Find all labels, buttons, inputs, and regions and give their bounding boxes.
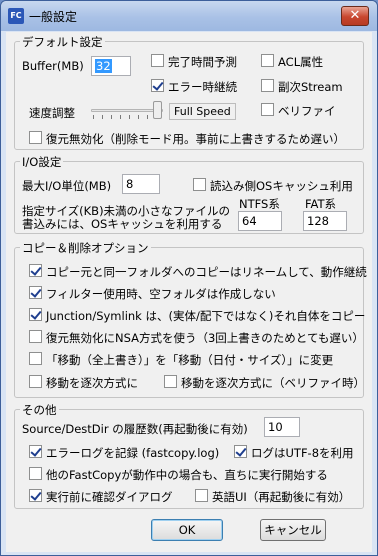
immediate-start-label: 他のFastCopyが動作中の場合も、直ちに実行開始する — [46, 468, 328, 482]
title-bar[interactable]: FC 一般設定 ✕ — [1, 1, 377, 31]
junction-copy-checkbox[interactable] — [29, 308, 42, 321]
app-icon: FC — [8, 8, 24, 24]
alt-stream-label: 副次Stream — [278, 80, 343, 94]
cancel-button[interactable]: キャンセル — [260, 519, 326, 541]
speed-slider-thumb[interactable] — [153, 101, 162, 119]
rename-continue-label: コピー元と同一フォルダへのコピーはリネームして、動作継続 — [46, 265, 367, 279]
acl-checkbox[interactable] — [261, 54, 274, 67]
dialog-body: デフォルト設定 Buffer(MB) 32 完了時間予測 ACL属性 エラー時継… — [6, 32, 372, 552]
copy-delete-group: コピー＆削除オプション コピー元と同一フォルダへのコピーはリネームして、動作継続… — [14, 240, 367, 398]
alt-stream-checkbox[interactable] — [261, 79, 274, 92]
move-mode-checkbox[interactable] — [29, 352, 42, 365]
default-settings-legend: デフォルト設定 — [20, 34, 105, 50]
move-sequential-checkbox[interactable] — [29, 375, 42, 388]
copy-delete-legend: コピー＆削除オプション — [20, 240, 151, 256]
fat-label: FAT系 — [305, 197, 337, 211]
rename-continue-checkbox[interactable] — [29, 264, 42, 277]
nsa-method-label: 復元無効化にNSA方式を使う（3回上書きのためとても遅い） — [46, 331, 364, 345]
confirm-dialog-label: 実行前に確認ダイアログ — [46, 490, 173, 504]
log-utf8-checkbox[interactable] — [234, 445, 247, 458]
io-settings-legend: I/O設定 — [20, 154, 64, 170]
completion-time-checkbox[interactable] — [151, 54, 164, 67]
max-io-input[interactable]: 8 — [122, 174, 160, 194]
restore-disable-checkbox[interactable] — [29, 131, 42, 144]
fat-input[interactable]: 128 — [303, 211, 347, 231]
move-sequential-verify-checkbox[interactable] — [164, 375, 177, 388]
error-log-label: エラーログを記録 (fastcopy.log) — [46, 446, 220, 460]
immediate-start-checkbox[interactable] — [29, 467, 42, 480]
io-settings-group: I/O設定 最大I/O単位(MB) 8 読込み側OSキャッシュ利用 指定サイズ(… — [14, 154, 364, 234]
english-ui-label: 英語UI（再起動後に有効） — [212, 490, 351, 504]
ok-button[interactable]: OK — [151, 519, 223, 541]
max-io-label: 最大I/O単位(MB) — [22, 179, 112, 193]
error-continue-checkbox[interactable] — [151, 79, 164, 92]
buffer-input[interactable]: 32 — [91, 56, 131, 76]
english-ui-checkbox[interactable] — [195, 489, 208, 502]
acl-label: ACL属性 — [278, 55, 324, 69]
other-group: その他 Source/DestDir の履歴数(再起動後に有効) 10 エラーロ… — [14, 402, 364, 509]
skip-empty-folder-label: フィルター使用時、空フォルダは作成しない — [46, 287, 276, 301]
log-utf8-label: ログはUTF-8を利用 — [251, 446, 354, 460]
read-os-cache-checkbox[interactable] — [193, 178, 206, 191]
confirm-dialog-checkbox[interactable] — [29, 489, 42, 502]
completion-time-label: 完了時間予測 — [168, 55, 237, 69]
close-button[interactable]: ✕ — [341, 6, 369, 26]
restore-disable-label: 復元無効化（削除モード用。事前に上書きするため遅い） — [46, 132, 345, 146]
ntfs-label: NTFS系 — [239, 197, 280, 211]
speed-value: Full Speed — [169, 103, 236, 120]
buffer-label: Buffer(MB) — [22, 59, 84, 73]
read-os-cache-label: 読込み側OSキャッシュ利用 — [210, 179, 353, 193]
error-continue-label: エラー時継続 — [168, 80, 237, 94]
move-sequential-verify-label: 移動を逐次方式に（ベリファイ時） — [181, 376, 365, 390]
history-label: Source/DestDir の履歴数(再起動後に有効) — [22, 422, 248, 436]
speed-label: 速度調整 — [29, 106, 75, 120]
junction-copy-label: Junction/Symlink は、(実体/配下ではなく)それ自体をコピー — [46, 309, 366, 323]
error-log-checkbox[interactable] — [29, 445, 42, 458]
small-file-label-2: 書込みには、OSキャッシュを利用する — [22, 217, 223, 231]
move-mode-label: 「移動（全上書き）」を「移動（日付・サイズ）」に変更 — [46, 353, 334, 367]
settings-window: FC 一般設定 ✕ デフォルト設定 Buffer(MB) 32 完了時間予測 A… — [0, 0, 378, 556]
ntfs-input[interactable]: 64 — [238, 211, 282, 231]
skip-empty-folder-checkbox[interactable] — [29, 286, 42, 299]
verify-label: ベリファイ — [278, 104, 336, 118]
nsa-method-checkbox[interactable] — [29, 330, 42, 343]
default-settings-group: デフォルト設定 Buffer(MB) 32 完了時間予測 ACL属性 エラー時継… — [14, 34, 364, 150]
window-title: 一般設定 — [29, 10, 78, 24]
move-sequential-label: 移動を逐次方式に — [46, 376, 138, 390]
verify-checkbox[interactable] — [261, 103, 274, 116]
history-input[interactable]: 10 — [264, 417, 300, 437]
other-legend: その他 — [20, 402, 59, 418]
